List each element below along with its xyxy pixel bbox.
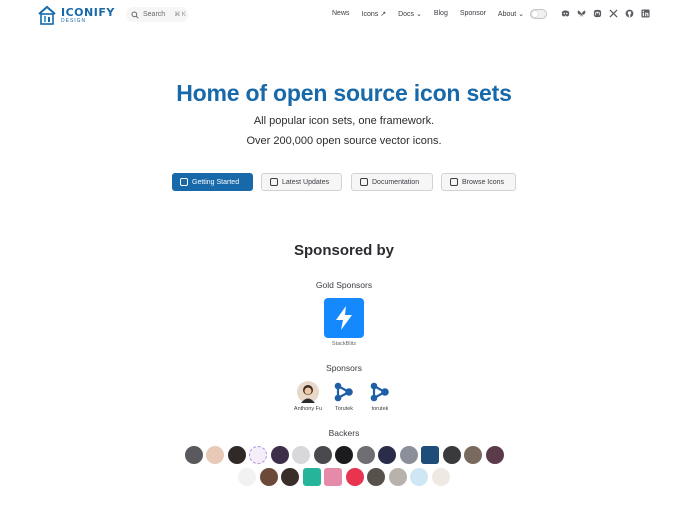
hero-icon-count: Over 200,000 open source vector icons.	[246, 135, 442, 147]
sun-icon	[532, 11, 538, 17]
backer-avatar[interactable]	[249, 446, 267, 464]
backer-avatar[interactable]	[303, 468, 321, 486]
latest-updates-label: Latest Updates	[282, 178, 330, 186]
backer-avatar[interactable]	[389, 468, 407, 486]
backer-avatar[interactable]	[367, 468, 385, 486]
backer-avatar[interactable]	[443, 446, 461, 464]
backer-avatar[interactable]	[357, 446, 375, 464]
latest-updates-button[interactable]: Latest Updates	[261, 173, 342, 191]
backer-avatar[interactable]	[432, 468, 450, 486]
stackblitz-logo[interactable]	[324, 298, 364, 338]
backer-avatar[interactable]	[292, 446, 310, 464]
backer-avatar[interactable]	[410, 468, 428, 486]
hero-title: Home of open source icon sets	[176, 80, 512, 106]
menu-blog[interactable]: Blog	[434, 10, 448, 18]
info-icon	[270, 178, 278, 186]
linkedin-icon[interactable]	[641, 9, 650, 18]
logo-wordmark: ICONIFY	[61, 5, 115, 19]
lightning-icon	[336, 306, 352, 330]
torutek-logo-2[interactable]	[369, 381, 391, 403]
torutek-logo[interactable]	[333, 381, 355, 403]
backers-heading: Backers	[328, 428, 360, 438]
getting-started-label: Getting Started	[192, 178, 240, 186]
play-icon	[180, 178, 188, 186]
backer-avatar[interactable]	[486, 446, 504, 464]
backer-avatar[interactable]	[238, 468, 256, 486]
search-icon	[131, 10, 139, 19]
backer-avatar[interactable]	[400, 446, 418, 464]
mastodon-icon[interactable]	[593, 9, 602, 18]
logo-subtitle: DESIGN	[61, 17, 87, 24]
top-navigation: ICONIFY DESIGN Search ⌘ K News Icons ↗ D…	[0, 0, 688, 30]
browse-icons-button[interactable]: Browse Icons	[441, 173, 516, 191]
menu-docs[interactable]: Docs ⌄	[398, 10, 422, 18]
search-label: Search	[143, 11, 166, 18]
browse-icons-label: Browse Icons	[462, 178, 505, 186]
discord-icon[interactable]	[561, 9, 570, 18]
backer-avatar[interactable]	[324, 468, 342, 486]
menu-about[interactable]: About ⌄	[498, 10, 524, 18]
menu-news[interactable]: News	[332, 10, 350, 18]
anthony-fu-avatar[interactable]	[297, 381, 319, 403]
backer-avatar[interactable]	[228, 446, 246, 464]
backer-avatar[interactable]	[260, 468, 278, 486]
documentation-button[interactable]: Documentation	[351, 173, 433, 191]
bluesky-icon[interactable]	[577, 9, 586, 18]
backer-avatar[interactable]	[281, 468, 299, 486]
backer-avatar[interactable]	[185, 446, 203, 464]
sponsored-by-heading: Sponsored by	[293, 242, 394, 259]
backer-avatar[interactable]	[206, 446, 224, 464]
backer-avatar[interactable]	[464, 446, 482, 464]
backer-avatar[interactable]	[271, 446, 289, 464]
x-icon[interactable]	[609, 9, 618, 18]
theme-toggle[interactable]	[530, 9, 547, 19]
social-links	[561, 9, 657, 18]
search-shortcut: ⌘ K	[174, 12, 186, 18]
gold-sponsor-name[interactable]: StackBlitz	[314, 341, 374, 347]
gold-sponsors-heading: Gold Sponsors	[315, 280, 373, 290]
sponsors-heading: Sponsors	[326, 363, 362, 373]
menu-sponsor[interactable]: Sponsor	[460, 10, 486, 18]
backer-avatar[interactable]	[346, 468, 364, 486]
backer-avatar[interactable]	[314, 446, 332, 464]
code-icon	[360, 178, 368, 186]
browse-icon	[450, 178, 458, 186]
backer-avatar[interactable]	[335, 446, 353, 464]
hero-tagline: All popular icon sets, one framework.	[253, 115, 435, 127]
search-button[interactable]: Search ⌘ K	[126, 7, 188, 22]
sponsor-name-torutek-2[interactable]: torutek	[358, 406, 402, 412]
github-icon[interactable]	[625, 9, 634, 18]
documentation-label: Documentation	[372, 178, 420, 186]
getting-started-button[interactable]: Getting Started	[172, 173, 253, 191]
iconify-logo[interactable]: ICONIFY DESIGN	[37, 5, 115, 25]
main-menu: News Icons ↗ Docs ⌄ Blog Sponsor About ⌄	[332, 10, 536, 18]
house-logo-icon	[38, 5, 56, 25]
menu-icons[interactable]: Icons ↗	[362, 10, 387, 18]
backer-avatar[interactable]	[421, 446, 439, 464]
backer-avatar[interactable]	[378, 446, 396, 464]
